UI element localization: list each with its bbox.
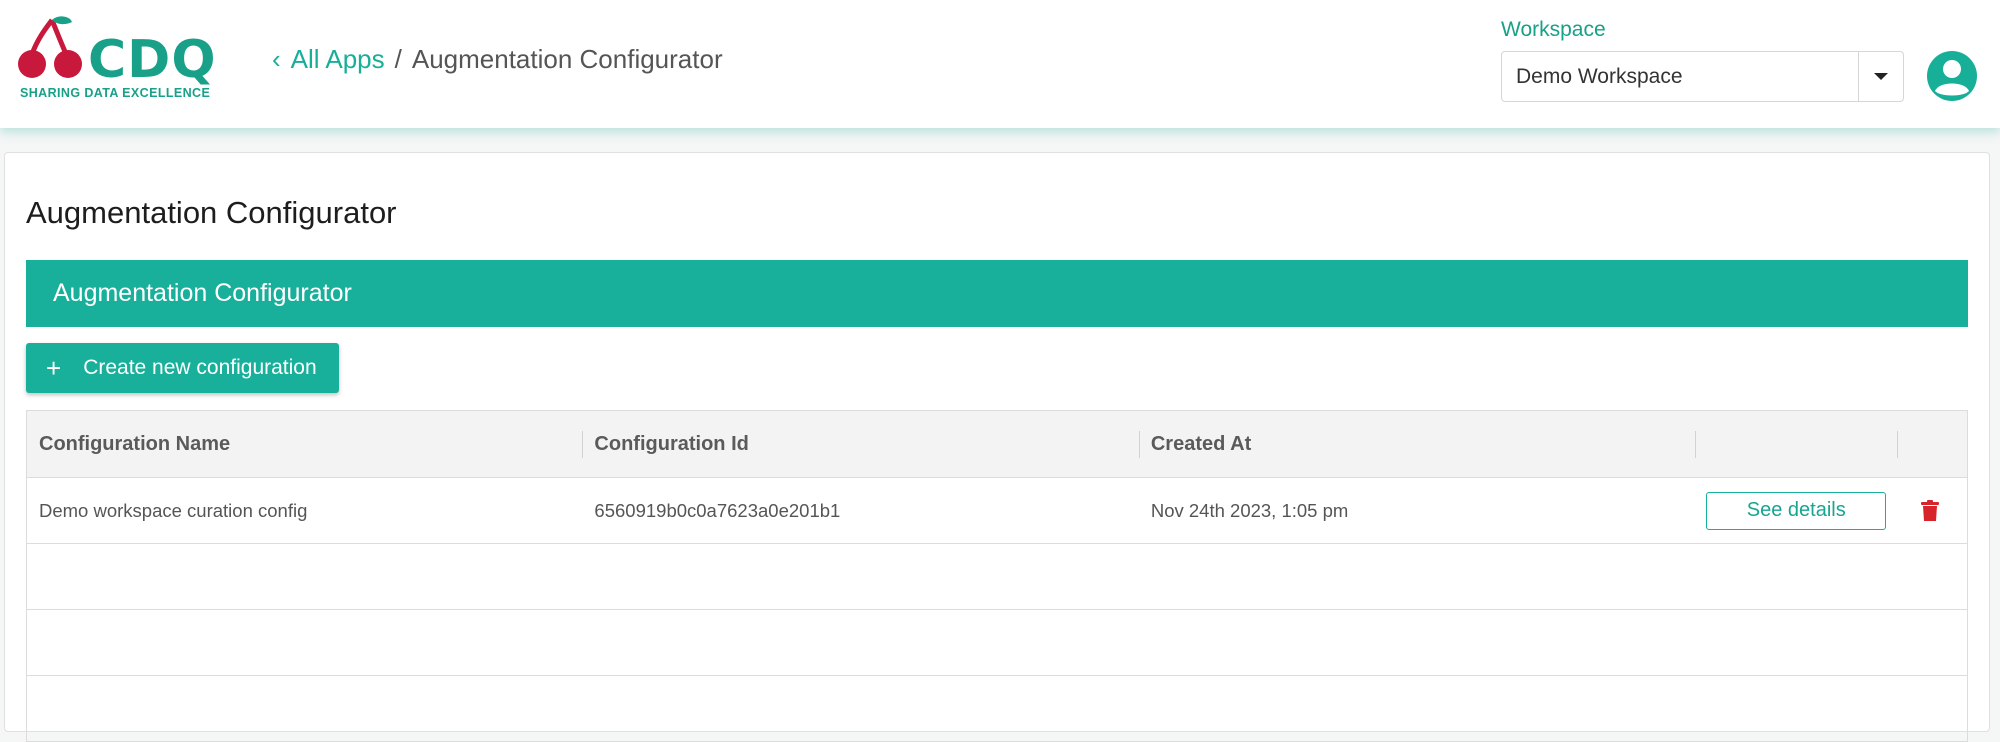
configurations-table: Configuration Name Configuration Id Crea… (26, 410, 1968, 742)
main-card: Augmentation Configurator Augmentation C… (4, 152, 1990, 742)
trash-icon[interactable] (1921, 499, 1940, 522)
cherry-logo-icon (18, 16, 82, 78)
cell-delete (1897, 478, 1967, 543)
logo-tagline: SHARING DATA EXCELLENCE (20, 86, 211, 100)
breadcrumb-all-apps-link[interactable]: All Apps (291, 44, 385, 75)
workspace-label: Workspace (1501, 18, 1606, 41)
plus-icon: + (46, 353, 62, 383)
breadcrumb-current: Augmentation Configurator (411, 44, 723, 74)
breadcrumb-separator: / (394, 44, 402, 74)
workspace-dropdown-toggle[interactable] (1858, 52, 1903, 101)
table-row-empty (27, 544, 1967, 610)
cell-created-at: Nov 24th 2023, 1:05 pm (1150, 499, 1349, 521)
column-header-delete (1897, 411, 1967, 477)
table-row-empty (27, 610, 1967, 676)
create-configuration-button[interactable]: + Create new configuration (26, 343, 339, 393)
breadcrumb: ‹ All Apps / Augmentation Configurator (272, 44, 723, 75)
section-title: Augmentation Configurator (53, 279, 352, 307)
column-header-configuration-name[interactable]: Configuration Name (27, 411, 582, 477)
user-avatar-icon[interactable] (1926, 50, 1978, 102)
table-header-row: Configuration Name Configuration Id Crea… (27, 411, 1967, 478)
page-title: Augmentation Configurator (26, 195, 397, 230)
section-header: Augmentation Configurator (26, 260, 1968, 327)
cell-configuration-id: 6560919b0c0a7623a0e201b1 (594, 499, 841, 521)
app-header: CDQ SHARING DATA EXCELLENCE ‹ All Apps /… (0, 0, 2000, 128)
chevron-left-icon[interactable]: ‹ (272, 44, 281, 75)
caret-down-icon (1874, 73, 1888, 80)
table-row[interactable]: Demo workspace curation config 6560919b0… (27, 478, 1967, 544)
column-header-configuration-id[interactable]: Configuration Id (582, 411, 1138, 477)
column-header-actions (1695, 411, 1897, 477)
workspace-selected-value: Demo Workspace (1516, 64, 1683, 88)
workspace-select[interactable]: Demo Workspace (1501, 51, 1904, 102)
create-configuration-label: Create new configuration (83, 356, 317, 379)
cell-actions: See details (1695, 478, 1897, 543)
cell-configuration-name: Demo workspace curation config (39, 499, 308, 521)
see-details-button[interactable]: See details (1706, 491, 1887, 530)
column-header-created-at[interactable]: Created At (1138, 411, 1695, 477)
logo-wordmark: CDQ (88, 30, 217, 90)
table-row-empty (27, 676, 1967, 742)
cdq-logo[interactable]: CDQ SHARING DATA EXCELLENCE (18, 14, 228, 104)
